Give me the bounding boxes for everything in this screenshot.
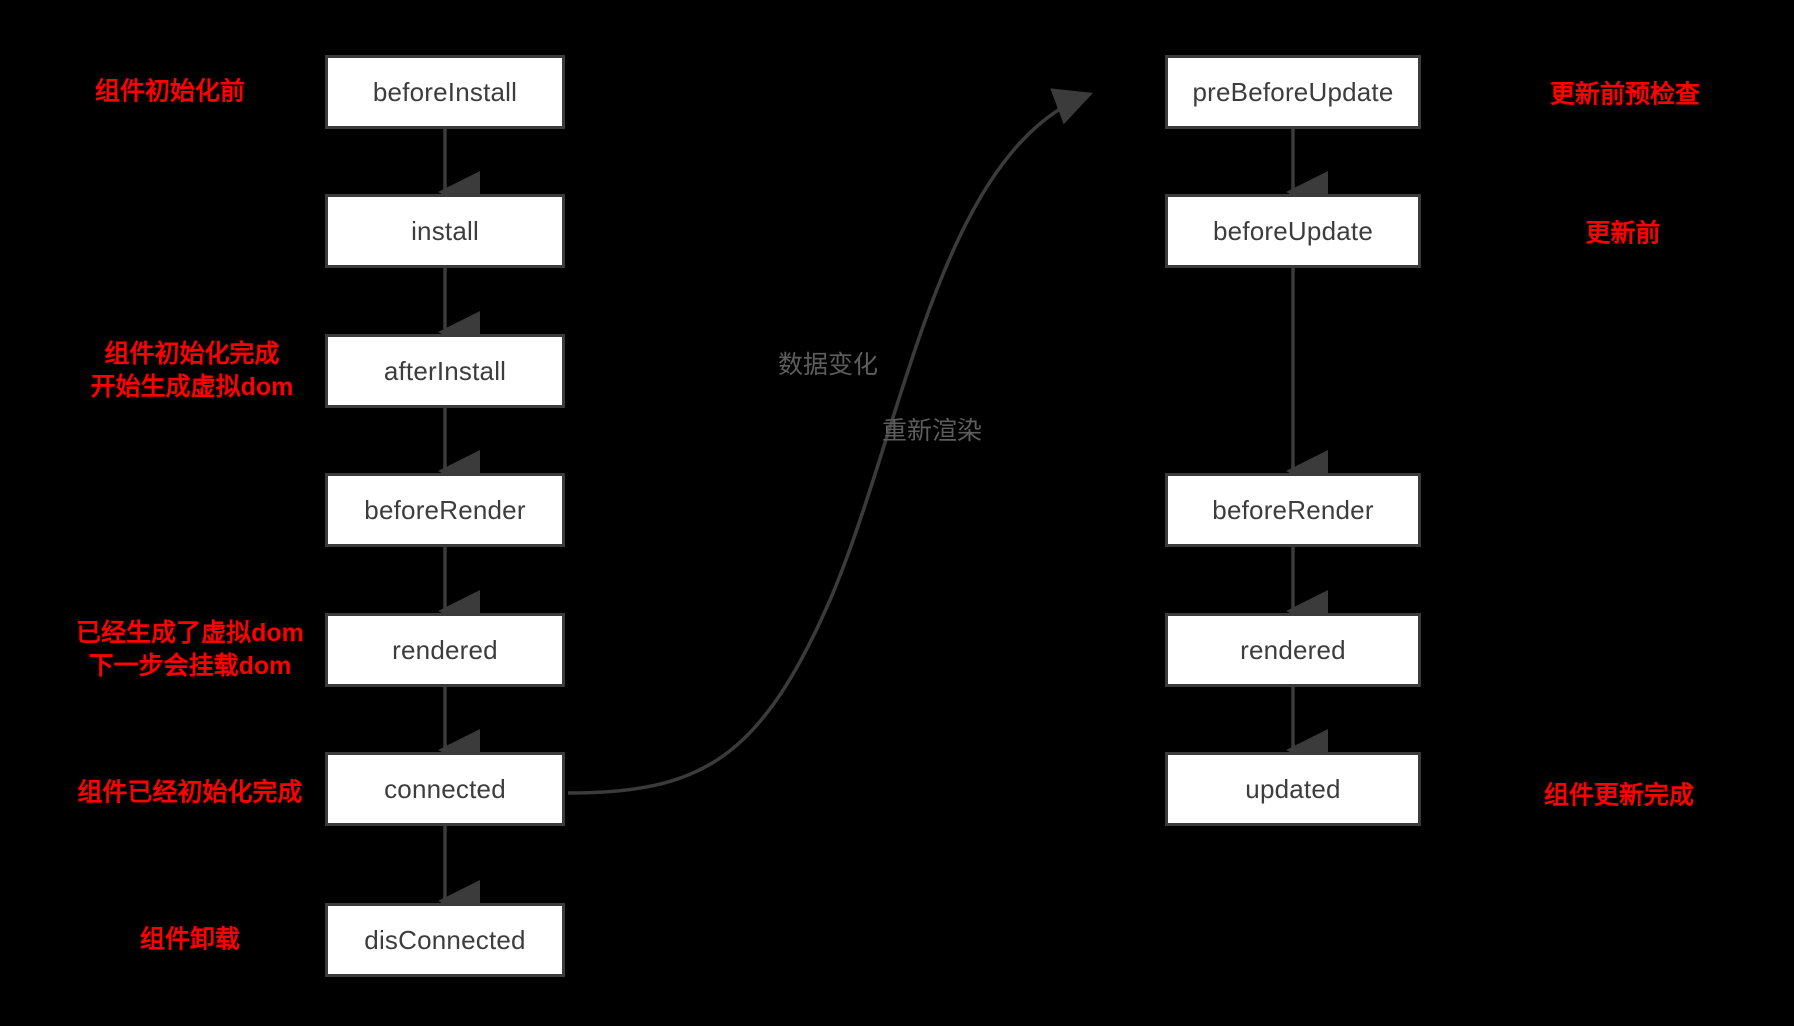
edge-layer [438,88,1328,922]
node-preBeforeUpdate[interactable]: preBeforeUpdate [1165,55,1421,129]
node-beforeRender[interactable]: beforeRender [325,473,565,547]
node-u-rendered[interactable]: rendered [1165,613,1421,687]
edge-label-rerender: 重新渲染 [881,417,983,445]
node-label: beforeRender [1212,494,1374,525]
node-label: updated [1245,773,1341,804]
node-beforeUpdate[interactable]: beforeUpdate [1165,194,1421,268]
node-disConnected[interactable]: disConnected [325,903,565,977]
node-connected[interactable]: connected [325,752,565,826]
node-label: rendered [1240,634,1346,665]
note-connected: 组件已经初始化完成 [77,778,303,807]
note-pre-before-update: 更新前预检查 [1549,80,1701,109]
node-label: afterInstall [383,355,507,386]
node-label: beforeUpdate [1213,215,1373,246]
note-before-update: 更新前 [1585,219,1661,248]
note-disconnected: 组件卸载 [139,925,241,954]
node-updated[interactable]: updated [1165,752,1421,826]
note-rendered: 已经生成了虚拟dom 下一步会挂载dom [76,619,304,680]
node-beforeInstall[interactable]: beforeInstall [325,55,565,129]
node-label: preBeforeUpdate [1192,76,1394,107]
node-afterInstall[interactable]: afterInstall [325,334,565,408]
note-after-install: 组件初始化完成 开始生成虚拟dom [90,340,294,401]
node-label: install [411,215,479,246]
node-u-beforeRender[interactable]: beforeRender [1165,473,1421,547]
node-rendered[interactable]: rendered [325,613,565,687]
diagram-canvas: beforeInstall install afterInstall beforeRe… [0,0,1794,1026]
node-label: rendered [392,634,498,665]
node-label: connected [384,773,506,804]
node-label: beforeRender [364,494,526,525]
node-label: beforeInstall [372,76,518,107]
node-label: disConnected [364,924,526,955]
note-before-install: 组件初始化前 [94,77,246,106]
node-install[interactable]: install [325,194,565,268]
note-updated: 组件更新完成 [1543,781,1695,810]
curved-edge-connected-to-prebeforeupdate [567,88,1094,795]
edge-label-data-change: 数据变化 [777,351,879,379]
